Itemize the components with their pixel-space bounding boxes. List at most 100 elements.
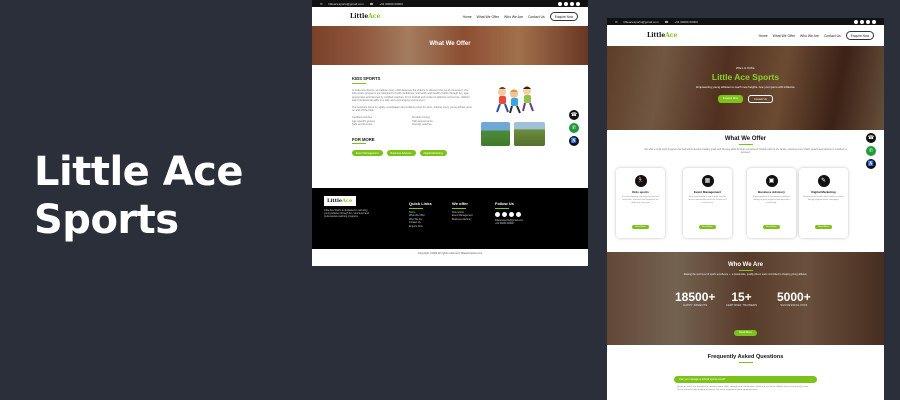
screenshot-home-page: ✉ littleacesports@gmail.com ☎ +91 90000 … [607, 18, 884, 400]
topbar-email[interactable]: littleacesports@gmail.com [329, 2, 364, 6]
footer-quick-links: Quick Links Home What We Offer Who We Ar… [409, 201, 432, 228]
logo-main: Little [350, 13, 369, 20]
nav-contact-us[interactable]: Contact Us [528, 15, 545, 19]
accessibility-icon[interactable]: ♿ [569, 136, 579, 146]
who-read-more-button[interactable]: Read More [734, 329, 757, 336]
footer-link[interactable]: Enquire Now [409, 225, 432, 229]
hero-contact-button[interactable]: Contact Us [748, 95, 773, 103]
kids-sports-section: KIDS SPORTS At Little Ace Sports, we bel… [352, 76, 472, 156]
card-read-more-button[interactable]: Read More [699, 225, 716, 229]
megaphone-icon: ✎ [817, 175, 830, 187]
hero-section: WELCOME Little Ace Sports Empowering you… [607, 46, 884, 130]
navbar: LittleAce Home What We Offer Who We Are … [607, 25, 884, 46]
hero-title: Little Ace Sports [711, 72, 780, 82]
copyright: Copyright ©2024 All rights reserved | li… [417, 252, 483, 255]
logo[interactable]: LittleAce [350, 13, 380, 20]
top-bar: ✉ littleacesports@gmail.com ☎ +91 90000 … [607, 18, 884, 25]
twitter-icon[interactable] [516, 211, 521, 217]
instagram-icon[interactable] [564, 1, 568, 6]
nav-what-we-offer[interactable]: What We Offer [477, 15, 499, 19]
nav-home[interactable]: Home [463, 15, 472, 19]
stat-value: 18500+ [675, 290, 716, 304]
linkedin-icon[interactable] [570, 1, 574, 6]
hero-welcome: WELCOME [735, 66, 755, 70]
offer-card: 🏃 Kids sports Fun and engaging coaching … [616, 168, 665, 238]
nav-what-we-offer[interactable]: What We Offer [773, 34, 795, 38]
offer-title: What We Offer [724, 136, 767, 142]
briefcase-icon: ▣ [765, 175, 778, 187]
business-advisory-button[interactable]: Business Advisory [386, 150, 416, 156]
phone-float-icon[interactable]: ☎ [569, 110, 579, 120]
card-desc: From tournaments to sports days, we plan… [688, 196, 727, 204]
faq-answer: Sports activities are designed to enhanc… [677, 386, 809, 391]
mail-icon: ✉ [320, 1, 323, 6]
accessibility-icon[interactable]: ♿ [866, 159, 876, 169]
section-text: At Little Ace Sports, we believe every c… [352, 88, 470, 103]
stat-label: HAPPY PARENTS [683, 304, 708, 307]
page-banner: What We Offer [312, 26, 588, 65]
card-read-more-button[interactable]: Read More [632, 225, 649, 229]
chevron-down-icon: ⌄ [809, 378, 812, 381]
whatsapp-float-icon[interactable]: ✆ [569, 123, 579, 133]
logo[interactable]: LittleAce [647, 32, 677, 39]
top-bar: ✉ littleacesports@gmail.com ☎ +91 90000 … [312, 0, 588, 7]
list-item: Friendly matches [412, 123, 432, 127]
we-offer-title: We offer [452, 201, 468, 206]
offer-card: ▣ Business Advisory Expert guidance for … [747, 168, 796, 238]
stat-label: SUCCESSFUL KIDS [780, 304, 808, 307]
screenshot-what-we-offer-page: ✉ littleacesports@gmail.com ☎ +91 90000 … [312, 0, 588, 266]
card-read-more-button[interactable]: Read More [815, 225, 832, 229]
training-photo [514, 122, 545, 146]
footer-logo-main: Little [327, 198, 343, 204]
footer-logo[interactable]: LittleAce [324, 196, 356, 206]
footer-phone[interactable]: +91 90000 00000 [495, 222, 523, 226]
quick-links-underline [409, 207, 423, 209]
twitter-icon[interactable] [576, 1, 580, 6]
facebook-icon[interactable] [558, 1, 562, 6]
instagram-icon[interactable] [860, 19, 864, 24]
we-offer-underline [452, 207, 466, 209]
nav-who-we-are[interactable]: Who We Are [504, 15, 523, 19]
title-underline [352, 82, 366, 84]
who-we-are-section: Who We Are Raising the next level of spo… [607, 252, 884, 345]
faq-title: Frequently Asked Questions [707, 354, 784, 360]
section-text-2: Our sessions focus on agility, coordinat… [352, 105, 472, 113]
navbar: LittleAce Home What We Offer Who We Are … [312, 7, 588, 26]
twitter-icon[interactable] [872, 19, 876, 24]
feature-list: Certified coaches Flexible timings Age-s… [352, 116, 472, 127]
event-management-button[interactable]: Event Management [352, 150, 383, 156]
nav-links: Home What We Offer Who We Are Contact Us [463, 15, 545, 19]
footer-about-text: Little Ace Sports is dedicated to nurtur… [324, 209, 369, 219]
quick-links-title: Quick Links [409, 201, 432, 206]
hero-buttons: Enquire Now Contact Us [607, 95, 884, 103]
enquire-button[interactable]: Enquire Now [549, 12, 578, 21]
mail-icon: ✉ [615, 19, 618, 24]
topbar-email[interactable]: littleacesports@gmail.com [624, 20, 659, 24]
nav-home[interactable]: Home [759, 34, 768, 38]
linkedin-icon[interactable] [509, 211, 514, 217]
footer-offer-link[interactable]: Business Advisory [452, 218, 473, 222]
follow-title: Follow Us [495, 201, 514, 206]
linkedin-icon[interactable] [866, 19, 870, 24]
logo-accent: Ace [665, 32, 678, 39]
footer: LittleAce Little Ace Sports is dedicated… [312, 188, 588, 249]
facebook-icon[interactable] [854, 19, 858, 24]
nav-contact-us[interactable]: Contact Us [824, 34, 841, 38]
card-read-more-button[interactable]: Read More [763, 225, 780, 229]
football-photo [481, 122, 510, 146]
faq-question-row[interactable]: Can you manage a school sports event? ⌄ [674, 376, 817, 383]
instagram-icon[interactable] [502, 211, 507, 217]
faq-question: Can you manage a school sports event? [679, 378, 726, 381]
footer-social [495, 211, 523, 217]
facebook-icon[interactable] [495, 211, 500, 217]
faq-section: Frequently Asked Questions [607, 354, 884, 363]
topbar-phone[interactable]: +91 90000 00000 [379, 2, 402, 6]
hero-enquire-button[interactable]: Enquire Now [718, 95, 743, 103]
nav-who-we-are[interactable]: Who We Are [800, 34, 819, 38]
faq-underline [738, 362, 753, 363]
digital-marketing-button[interactable]: Digital Marketing [419, 150, 447, 156]
enquire-button[interactable]: Enquire Now [845, 31, 874, 40]
topbar-phone[interactable]: +91 90000 00000 [674, 20, 697, 24]
phone-float-icon[interactable]: ☎ [866, 133, 876, 143]
whatsapp-float-icon[interactable]: ✆ [866, 146, 876, 156]
